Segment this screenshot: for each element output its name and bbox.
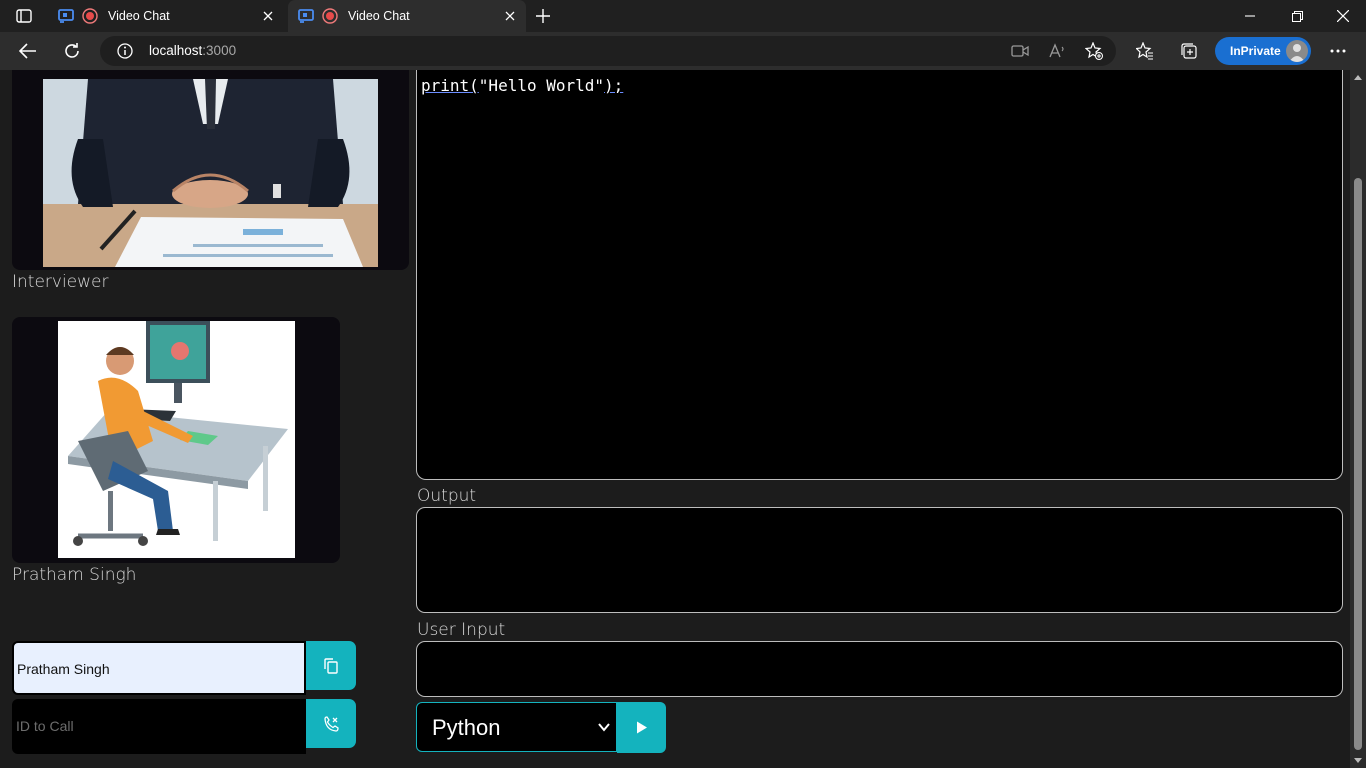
- page-scrollbar[interactable]: [1350, 70, 1366, 768]
- tab-title: Video Chat: [348, 9, 410, 23]
- url-field[interactable]: localhost:3000: [100, 36, 1116, 66]
- phone-call-icon: [324, 715, 339, 732]
- user-input-box[interactable]: [416, 641, 1343, 697]
- id-to-call-input[interactable]: ID to Call: [12, 699, 306, 754]
- add-favorite-icon[interactable]: [1085, 42, 1103, 60]
- interviewer-image: [43, 79, 378, 267]
- interviewer-video: [12, 70, 409, 270]
- restore-icon[interactable]: [1287, 6, 1307, 26]
- candidate-video: [12, 317, 340, 563]
- language-value: Python: [432, 715, 501, 740]
- close-window-icon[interactable]: [1333, 6, 1353, 26]
- interviewer-label: Interviewer: [12, 272, 109, 292]
- inprivate-button[interactable]: InPrivate: [1215, 37, 1311, 65]
- scroll-up-icon[interactable]: [1354, 74, 1362, 82]
- chevron-down-icon: [598, 723, 610, 732]
- play-icon: [636, 721, 647, 734]
- page-content: Interviewer Pratham Singh Pratham Singh …: [0, 70, 1350, 768]
- tab-actions-icon[interactable]: [10, 6, 38, 26]
- avatar: [1286, 40, 1308, 62]
- tab-close-icon[interactable]: [500, 6, 520, 26]
- output-label: Output: [417, 486, 477, 506]
- new-tab-icon[interactable]: [533, 6, 553, 26]
- address-bar: localhost:3000 InPrivate: [0, 32, 1366, 70]
- chat-favicon-icon: [58, 9, 74, 23]
- recording-icon: [322, 8, 338, 24]
- scroll-down-icon[interactable]: [1354, 756, 1362, 764]
- scroll-thumb[interactable]: [1354, 178, 1362, 750]
- my-name-field[interactable]: Pratham Singh: [12, 641, 306, 695]
- camera-icon[interactable]: [1011, 43, 1029, 59]
- read-aloud-icon[interactable]: [1049, 43, 1067, 59]
- tab-video-chat-1[interactable]: Video Chat: [48, 0, 284, 32]
- back-arrow-icon[interactable]: [18, 41, 38, 61]
- run-code-button[interactable]: [617, 702, 666, 753]
- call-button[interactable]: [306, 699, 356, 748]
- tab-close-icon[interactable]: [258, 6, 278, 26]
- tab-bar: Video Chat Video Chat: [0, 0, 1366, 32]
- copy-id-button[interactable]: [306, 641, 356, 690]
- tab-video-chat-2[interactable]: Video Chat: [288, 0, 526, 32]
- inprivate-label: InPrivate: [1230, 44, 1281, 58]
- output-box[interactable]: [416, 507, 1343, 613]
- url-text: localhost:3000: [149, 43, 237, 58]
- favorites-icon[interactable]: [1136, 42, 1154, 60]
- refresh-icon[interactable]: [62, 41, 82, 61]
- code-line-1: print("Hello World");: [421, 76, 624, 95]
- collections-icon[interactable]: [1180, 42, 1198, 60]
- chat-favicon-icon: [298, 9, 314, 23]
- candidate-image: [58, 321, 295, 558]
- copy-icon: [324, 657, 338, 674]
- recording-icon: [82, 8, 98, 24]
- minimize-icon[interactable]: [1240, 6, 1260, 26]
- tab-title: Video Chat: [108, 9, 170, 23]
- language-select[interactable]: Python: [416, 702, 617, 752]
- code-editor[interactable]: print("Hello World");: [416, 70, 1343, 480]
- user-input-label: User Input: [417, 620, 506, 640]
- site-info-icon[interactable]: [117, 43, 133, 59]
- more-options-icon[interactable]: [1329, 42, 1347, 60]
- candidate-label: Pratham Singh: [12, 565, 137, 585]
